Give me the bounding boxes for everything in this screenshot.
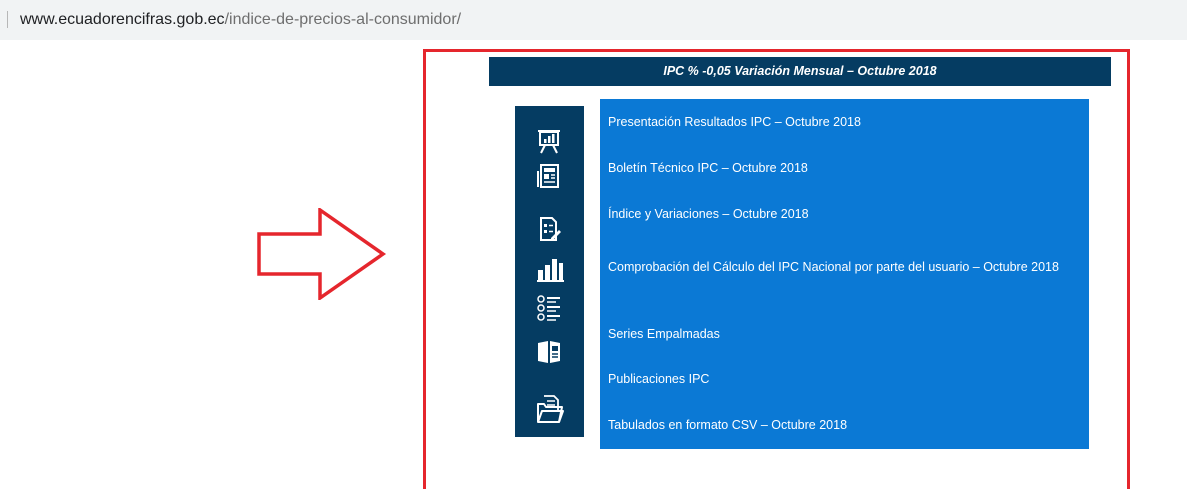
address-bar-divider: [7, 11, 8, 28]
url-text[interactable]: www.ecuadorencifras.gob.ec/indice-de-pre…: [20, 10, 461, 30]
ipc-links-panel: Presentación Resultados IPC – Octubre 20…: [600, 99, 1089, 449]
link-presentacion-resultados[interactable]: Presentación Resultados IPC – Octubre 20…: [608, 116, 1078, 129]
link-tabulados-csv[interactable]: Tabulados en formato CSV – Octubre 2018: [608, 419, 1078, 432]
bar-chart-icon[interactable]: [536, 256, 564, 282]
presentation-icon[interactable]: [536, 128, 562, 154]
address-bar[interactable]: www.ecuadorencifras.gob.ec/indice-de-pre…: [0, 0, 1187, 40]
link-series-empalmadas[interactable]: Series Empalmadas: [608, 328, 1078, 341]
folder-files-icon[interactable]: [536, 394, 564, 424]
ipc-monthly-banner: IPC % -0,05 Variación Mensual – Octubre …: [489, 57, 1111, 86]
annotation-arrow: [257, 208, 387, 300]
link-indice-variaciones[interactable]: Índice y Variaciones – Octubre 2018: [608, 208, 1078, 221]
checklist-icon[interactable]: [536, 294, 562, 322]
link-comprobacion-calculo[interactable]: Comprobación del Cálculo del IPC Naciona…: [608, 261, 1078, 274]
link-publicaciones-ipc[interactable]: Publicaciones IPC: [608, 373, 1078, 386]
link-boletin-tecnico[interactable]: Boletín Técnico IPC – Octubre 2018: [608, 162, 1078, 175]
newspaper-icon[interactable]: [536, 163, 562, 189]
url-path: /indice-de-precios-al-consumidor/: [224, 11, 462, 28]
document-edit-icon[interactable]: [536, 216, 562, 242]
icon-column: [515, 106, 584, 437]
book-icon[interactable]: [536, 339, 562, 365]
url-domain: www.ecuadorencifras.gob.ec: [20, 11, 225, 28]
